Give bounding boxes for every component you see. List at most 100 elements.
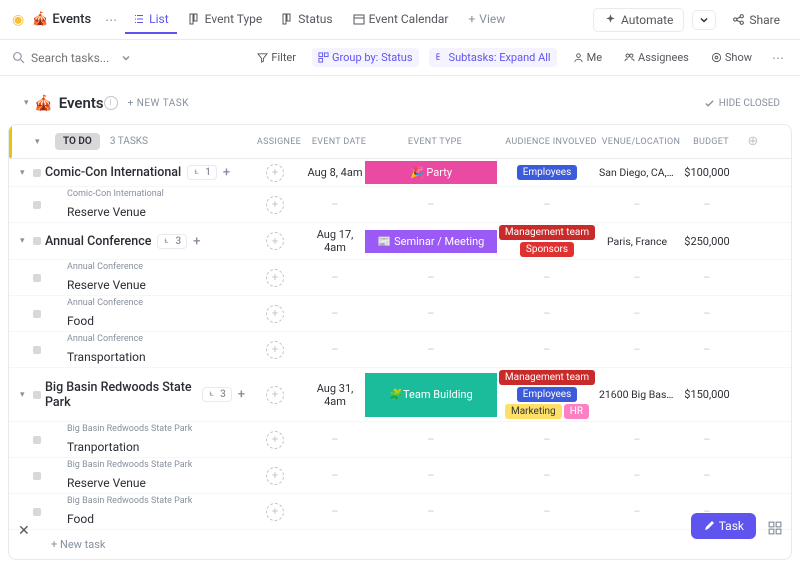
assignee-cell[interactable]: + [245, 341, 305, 359]
task-name[interactable]: Big Basin Redwoods State Park 3 + [45, 380, 245, 410]
col-budget[interactable]: BUDGET [681, 137, 741, 147]
subtask-name[interactable]: Annual Conference Transportation [45, 335, 245, 364]
budget-cell[interactable]: $150,000 [677, 388, 737, 401]
assignee-cell[interactable]: + [245, 196, 305, 214]
add-column-button[interactable]: ⊕ [741, 134, 765, 149]
budget-cell[interactable]: – [677, 433, 737, 446]
assignee-cell[interactable]: + [245, 503, 305, 521]
type-cell[interactable]: – [365, 433, 497, 446]
audience-cell[interactable]: – [497, 305, 597, 322]
subtask-name[interactable]: Annual Conference Reserve Venue [45, 263, 245, 292]
assignee-cell[interactable]: + [245, 164, 305, 182]
status-dot-icon[interactable] [33, 310, 41, 318]
assignee-cell[interactable]: + [245, 232, 305, 250]
type-cell[interactable]: – [365, 343, 497, 356]
subtask-row[interactable]: Annual Conference Transportation + – – –… [9, 332, 791, 368]
status-dot-icon[interactable] [33, 169, 41, 177]
col-assignee[interactable]: ASSIGNEE [249, 137, 309, 147]
create-task-button[interactable]: Task [691, 513, 756, 539]
venue-cell[interactable]: – [597, 469, 677, 482]
filter-more-icon[interactable]: ⋯ [768, 48, 788, 68]
venue-cell[interactable]: – [597, 505, 677, 518]
info-icon[interactable]: i [104, 96, 118, 110]
subtask-row[interactable]: Big Basin Redwoods State Park Food + – –… [9, 494, 791, 530]
audience-cell[interactable]: – [497, 196, 597, 213]
assignee-cell[interactable]: + [245, 269, 305, 287]
venue-cell[interactable]: – [597, 433, 677, 446]
expand-button[interactable] [764, 517, 786, 539]
subtask-name[interactable]: Annual Conference Food [45, 299, 245, 328]
search-box[interactable] [12, 51, 132, 65]
date-cell[interactable]: – [305, 271, 365, 284]
subtask-count[interactable]: 1 [187, 165, 217, 180]
subtask-name[interactable]: Big Basin Redwoods State Park Food [45, 497, 245, 526]
col-event-date[interactable]: EVENT DATE [309, 137, 369, 147]
venue-cell[interactable]: – [597, 198, 677, 211]
audience-cell[interactable]: Management teamSponsors [497, 223, 597, 259]
status-dot-icon[interactable] [33, 391, 41, 399]
row-caret-icon[interactable]: ▾ [20, 390, 30, 400]
status-dot-icon[interactable] [33, 346, 41, 354]
date-cell[interactable]: Aug 17, 4am [305, 228, 365, 254]
type-cell[interactable]: 🧩Team Building [365, 373, 497, 417]
tab-event-calendar[interactable]: Event Calendar [345, 6, 457, 34]
subtask-row[interactable]: Comic-Con International Reserve Venue + … [9, 187, 791, 223]
subtask-name[interactable]: Big Basin Redwoods State Park Tranportat… [45, 425, 245, 454]
audience-tag[interactable]: HR [564, 404, 589, 419]
row-caret-icon[interactable]: ▾ [20, 236, 30, 246]
audience-tag[interactable]: Management team [499, 225, 595, 240]
group-title[interactable]: 🎪 Events [34, 94, 104, 112]
venue-cell[interactable]: – [597, 343, 677, 356]
automate-button[interactable]: Automate [593, 8, 684, 32]
task-row[interactable]: ▾ Big Basin Redwoods State Park 3 + + Au… [9, 368, 791, 422]
status-dot-icon[interactable] [33, 201, 41, 209]
tab-status[interactable]: Status [274, 6, 340, 34]
search-chevron-icon[interactable] [121, 53, 131, 63]
subtask-row[interactable]: Annual Conference Reserve Venue + – – – … [9, 260, 791, 296]
me-button[interactable]: Me [567, 48, 608, 67]
venue-cell[interactable]: San Diego, CA, USA [597, 166, 677, 179]
venue-cell[interactable]: 21600 Big Basin Way, ... [597, 388, 677, 401]
add-subtask-button[interactable]: + [223, 165, 230, 180]
status-dot-icon[interactable] [33, 472, 41, 480]
status-dot-icon[interactable] [33, 436, 41, 444]
show-button[interactable]: Show [705, 48, 758, 67]
venue-cell[interactable]: Paris, France [597, 235, 677, 248]
budget-cell[interactable]: $250,000 [677, 235, 737, 248]
audience-cell[interactable]: – [497, 269, 597, 286]
audience-tag[interactable]: Management team [499, 370, 595, 385]
audience-tag[interactable]: Employees [517, 165, 578, 180]
date-cell[interactable]: – [305, 343, 365, 356]
assignee-cell[interactable]: + [245, 305, 305, 323]
title-more-icon[interactable]: ⋯ [101, 10, 121, 30]
type-cell[interactable]: – [365, 469, 497, 482]
share-button[interactable]: Share [724, 9, 788, 31]
tab-event-type[interactable]: Event Type [181, 6, 271, 34]
task-row[interactable]: ▾ Annual Conference 3 + + Aug 17, 4am 📰 … [9, 223, 791, 260]
venue-cell[interactable]: – [597, 307, 677, 320]
type-cell[interactable]: – [365, 505, 497, 518]
type-cell[interactable]: 🎉 Party [365, 161, 497, 184]
budget-cell[interactable]: – [677, 307, 737, 320]
audience-cell[interactable]: – [497, 467, 597, 484]
subtask-name[interactable]: Comic-Con International Reserve Venue [45, 190, 245, 219]
new-task-row[interactable]: + New task [9, 530, 791, 559]
date-cell[interactable]: – [305, 433, 365, 446]
status-pill[interactable]: TO DO [55, 133, 100, 150]
task-name[interactable]: Annual Conference 3 + [45, 234, 245, 249]
close-button[interactable]: ✕ [18, 523, 30, 539]
audience-cell[interactable]: Management teamEmployeesMarketingHR [497, 368, 597, 421]
hide-closed-button[interactable]: HIDE CLOSED [704, 98, 780, 109]
tab-list[interactable]: List [125, 6, 177, 34]
date-cell[interactable]: – [305, 505, 365, 518]
subtask-name[interactable]: Big Basin Redwoods State Park Reserve Ve… [45, 461, 245, 490]
task-name[interactable]: Comic-Con International 1 + [45, 165, 245, 180]
subtask-count[interactable]: 3 [157, 234, 187, 249]
new-task-link[interactable]: + NEW TASK [128, 98, 189, 109]
audience-cell[interactable]: – [497, 503, 597, 520]
status-dot-icon[interactable] [33, 274, 41, 282]
date-cell[interactable]: – [305, 469, 365, 482]
audience-tag[interactable]: Marketing [505, 404, 562, 419]
filter-button[interactable]: Filter [251, 48, 302, 67]
automate-chevron[interactable] [692, 10, 716, 30]
